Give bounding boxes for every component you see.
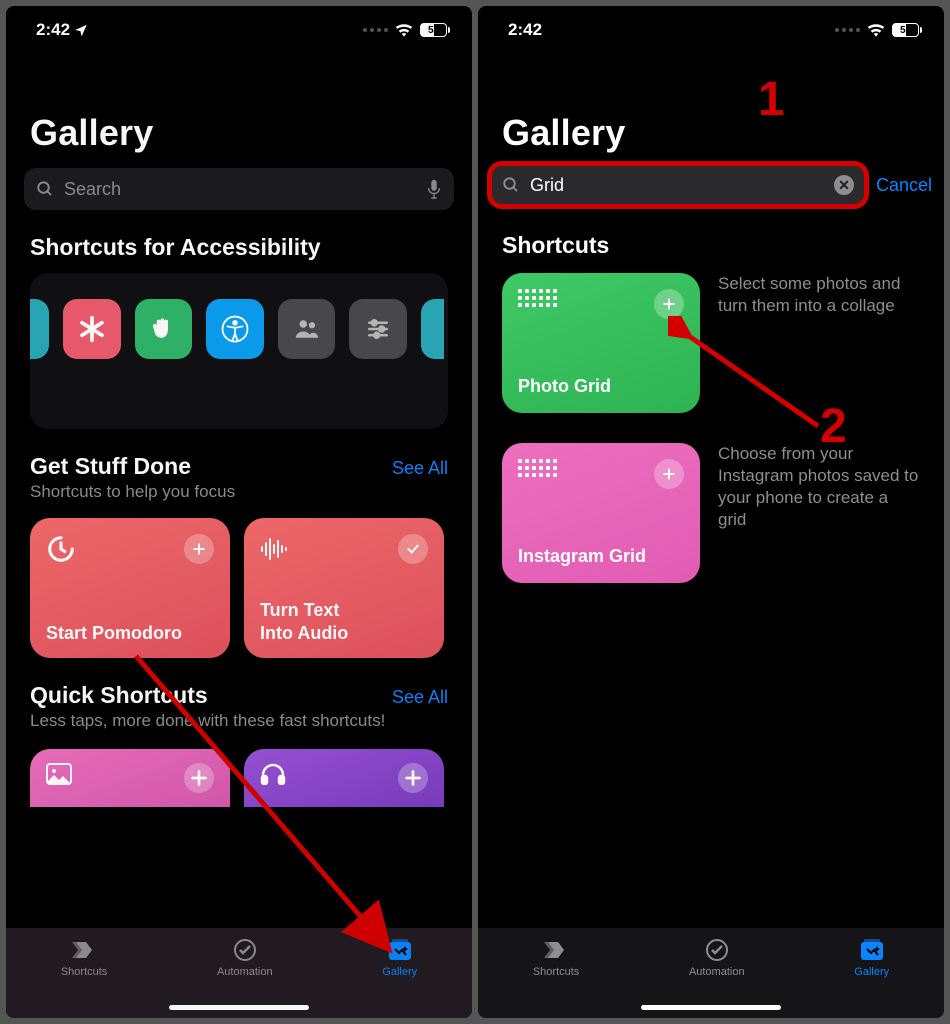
section-quick-title: Quick Shortcuts — [30, 682, 208, 709]
tile-asterisk — [63, 299, 121, 359]
check-button[interactable] — [398, 534, 428, 564]
card-photo-grid-desc: Select some photos and turn them into a … — [718, 273, 920, 413]
qcard-photo[interactable] — [30, 749, 230, 807]
add-button[interactable] — [654, 459, 684, 489]
wifi-icon — [867, 23, 885, 37]
cellular-dots-icon — [835, 28, 860, 32]
card-pomodoro-title: Start Pomodoro — [46, 622, 214, 645]
clear-icon[interactable]: ✕ — [834, 175, 854, 195]
search-field[interactable] — [24, 168, 454, 210]
card-pomodoro[interactable]: Start Pomodoro — [30, 518, 230, 658]
timer-icon — [46, 534, 76, 569]
add-button[interactable] — [184, 763, 214, 793]
status-time: 2:42 — [36, 20, 70, 40]
tab-shortcuts[interactable]: Shortcuts — [61, 938, 107, 978]
tab-gallery[interactable]: Gallery — [854, 938, 889, 978]
search-icon — [502, 176, 520, 194]
battery-icon: 53 — [892, 23, 922, 37]
tile-partial-right — [421, 299, 444, 359]
page-title: Gallery — [478, 54, 944, 156]
add-button[interactable] — [654, 289, 684, 319]
tile-hand — [135, 299, 193, 359]
screenshot-right: 2:42 53 Gallery ✕ Cancel Shortcuts Photo… — [478, 6, 944, 1018]
wifi-icon — [395, 23, 413, 37]
search-field-highlighted[interactable]: ✕ — [490, 164, 866, 206]
section-getstuff-sub: Shortcuts to help you focus — [30, 482, 448, 502]
tile-accessibility — [206, 299, 264, 359]
location-icon — [74, 23, 88, 37]
tab-automation[interactable]: Automation — [689, 938, 745, 978]
section-accessibility-title: Shortcuts for Accessibility — [30, 234, 448, 261]
grid-icon — [518, 289, 557, 307]
page-title: Gallery — [6, 54, 472, 168]
card-instagram-grid[interactable]: Instagram Grid — [502, 443, 700, 583]
add-button[interactable] — [398, 763, 428, 793]
status-time: 2:42 — [508, 20, 542, 40]
search-input[interactable] — [530, 175, 824, 196]
add-button[interactable] — [184, 534, 214, 564]
search-input[interactable] — [64, 179, 416, 200]
section-quick-sub: Less taps, more done with these fast sho… — [30, 711, 448, 731]
tab-shortcuts[interactable]: Shortcuts — [533, 938, 579, 978]
tile-people — [278, 299, 336, 359]
card-instagram-grid-title: Instagram Grid — [518, 545, 684, 568]
card-instagram-grid-desc: Choose from your Instagram photos saved … — [718, 443, 920, 583]
see-all-link[interactable]: See All — [392, 458, 448, 479]
tile-sliders — [349, 299, 407, 359]
cellular-dots-icon — [363, 28, 388, 32]
cancel-button[interactable]: Cancel — [876, 175, 932, 196]
battery-icon: 53 — [420, 23, 450, 37]
qcard-headphones[interactable] — [244, 749, 444, 807]
section-getstuff-title: Get Stuff Done — [30, 453, 191, 480]
grid-icon — [518, 459, 557, 477]
mic-icon[interactable] — [426, 179, 442, 199]
status-bar: 2:42 53 — [6, 6, 472, 54]
photo-icon — [46, 763, 72, 785]
results-title: Shortcuts — [502, 232, 920, 259]
see-all-link[interactable]: See All — [392, 687, 448, 708]
card-photo-grid[interactable]: Photo Grid — [502, 273, 700, 413]
screenshot-left: 2:42 53 Gallery Shortcuts for Accessibil… — [6, 6, 472, 1018]
status-bar: 2:42 53 — [478, 6, 944, 54]
card-photo-grid-title: Photo Grid — [518, 375, 684, 398]
waveform-icon — [260, 534, 290, 569]
accessibility-banner[interactable] — [30, 273, 448, 429]
card-tts-title: Turn TextInto Audio — [260, 599, 428, 644]
tab-gallery[interactable]: Gallery — [382, 938, 417, 978]
search-icon — [36, 180, 54, 198]
tab-automation[interactable]: Automation — [217, 938, 273, 978]
home-indicator[interactable] — [169, 1005, 309, 1010]
card-tts[interactable]: Turn TextInto Audio — [244, 518, 444, 658]
home-indicator[interactable] — [641, 1005, 781, 1010]
headphones-icon — [260, 763, 286, 785]
tile-partial — [30, 299, 49, 359]
